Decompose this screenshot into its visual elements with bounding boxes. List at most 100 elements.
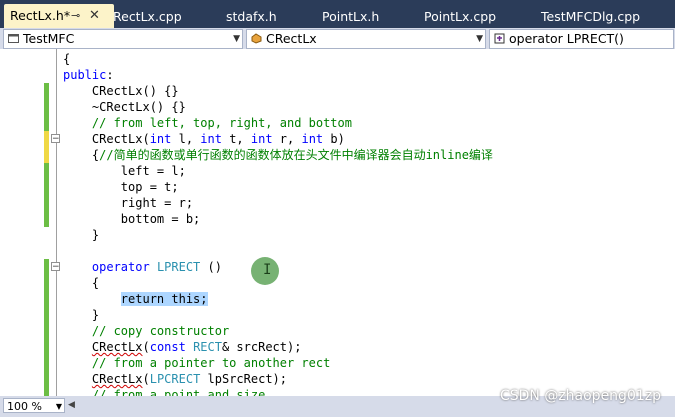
change-marker-saved: [44, 163, 49, 227]
code-line[interactable]: CRectLx(LPCRECT lpSrcRect);: [63, 371, 287, 387]
code-token: top = t;: [63, 180, 179, 194]
code-token: CRectLx() {}: [63, 84, 179, 98]
code-line[interactable]: // from left, top, right, and bottom: [63, 115, 352, 131]
code-line[interactable]: }: [63, 227, 99, 243]
code-token: CRectLx: [91, 372, 143, 386]
collapse-icon[interactable]: −: [51, 134, 60, 144]
code-line[interactable]: left = l;: [63, 163, 186, 179]
code-token: {: [63, 52, 71, 66]
code-token: & srcRect);: [221, 340, 302, 354]
change-marker-saved: [44, 259, 49, 396]
code-token: left = l;: [63, 164, 186, 178]
code-line[interactable]: }: [63, 307, 99, 323]
code-line[interactable]: // from a point and size: [63, 387, 265, 396]
code-token: (: [142, 340, 150, 354]
code-token: int: [250, 132, 273, 146]
chevron-down-icon: ▼: [476, 34, 483, 44]
code-line[interactable]: bottom = b;: [63, 211, 200, 227]
code-token: LPCRECT: [149, 372, 201, 386]
code-token: r,: [272, 132, 302, 146]
code-token: const: [149, 340, 186, 354]
navigation-bar: TestMFC ▼ CRectLx ▼ operator LPRECT(): [0, 28, 675, 50]
code-token: public: [63, 68, 107, 82]
project-dropdown[interactable]: TestMFC ▼: [3, 29, 243, 49]
code-token: :: [106, 68, 114, 82]
code-token: // from a point and size: [63, 388, 266, 396]
tab-label: RectLx.cpp: [113, 9, 182, 24]
code-token: (): [200, 260, 222, 274]
change-marker-unsaved: [44, 131, 49, 163]
ibeam-cursor-icon: I: [263, 262, 272, 278]
line-margin: [0, 49, 44, 396]
member-dropdown[interactable]: operator LPRECT(): [489, 29, 674, 49]
code-line[interactable]: ~CRectLx() {}: [63, 99, 186, 115]
code-token: }: [63, 228, 100, 242]
code-line[interactable]: {: [63, 275, 99, 291]
code-token: t,: [221, 132, 251, 146]
code-token: int: [200, 132, 222, 146]
project-dropdown-value: TestMFC: [23, 31, 75, 46]
tab-pointlx-h[interactable]: PointLx.h: [322, 6, 379, 28]
code-line[interactable]: public:: [63, 67, 114, 83]
code-token: l,: [171, 132, 201, 146]
code-line[interactable]: CRectLx(int l, int t, int r, int b): [63, 131, 345, 147]
method-icon: [494, 33, 505, 44]
tab-label: stdafx.h: [226, 9, 277, 24]
zoom-dropdown[interactable]: 100 % ▼: [3, 398, 65, 413]
code-line[interactable]: top = t;: [63, 179, 179, 195]
code-token: right = r;: [63, 196, 194, 210]
pin-icon[interactable]: ⊸: [71, 4, 80, 28]
code-line[interactable]: CRectLx(const RECT& srcRect);: [63, 339, 302, 355]
code-editor[interactable]: − − {public: CRectLx() {} ~CRectLx() {} …: [0, 49, 675, 396]
code-token: operator: [91, 260, 150, 274]
outline-guide: [56, 49, 57, 396]
tab-label: PointLx.cpp: [424, 9, 497, 24]
code-token: lpSrcRect);: [200, 372, 287, 386]
code-line[interactable]: // copy constructor: [63, 323, 229, 339]
code-token: int: [301, 132, 324, 146]
change-marker-saved: [44, 83, 49, 131]
project-icon: [8, 34, 19, 43]
zoom-value: 100 %: [7, 400, 42, 413]
code-token: ~CRectLx() {}: [63, 100, 186, 114]
code-line[interactable]: {: [63, 51, 70, 67]
tab-rectlx-cpp[interactable]: RectLx.cpp: [113, 6, 182, 28]
code-token: // from left, top, right, and bottom: [63, 116, 352, 130]
member-dropdown-value: operator LPRECT(): [509, 31, 624, 46]
code-token: return this;: [120, 292, 208, 306]
tab-rectlx-h[interactable]: RectLx.h* ⊸ ✕: [4, 4, 114, 28]
tab-testmfcdlg-cpp[interactable]: TestMFCDlg.cpp: [541, 6, 640, 28]
code-line[interactable]: // from a pointer to another rect: [63, 355, 330, 371]
class-dropdown-value: CRectLx: [266, 31, 317, 46]
class-dropdown[interactable]: CRectLx ▼: [246, 29, 486, 49]
code-line[interactable]: right = r;: [63, 195, 193, 211]
scroll-left-icon[interactable]: ◀: [68, 400, 78, 412]
code-token: bottom = b;: [63, 212, 201, 226]
code-token: b): [323, 132, 345, 146]
tab-label: PointLx.h: [322, 9, 380, 24]
tab-stdafx-h[interactable]: stdafx.h: [226, 6, 277, 28]
code-token: }: [63, 308, 100, 322]
code-line[interactable]: return this;: [63, 291, 208, 307]
code-token: {: [63, 276, 100, 290]
tab-pointlx-cpp[interactable]: PointLx.cpp: [424, 6, 496, 28]
code-line[interactable]: {//简单的函数或单行函数的函数体放在头文件中编译器会自动inline编译: [63, 147, 493, 163]
code-token: // from a pointer to another rect: [63, 356, 331, 370]
code-line[interactable]: operator LPRECT (): [63, 259, 222, 275]
code-token: (: [142, 372, 150, 386]
chevron-down-icon: ▼: [233, 34, 240, 44]
document-tab-bar: RectLx.h* ⊸ ✕ RectLx.cpp stdafx.h PointL…: [0, 0, 675, 28]
code-token: {: [63, 148, 100, 162]
chevron-down-icon: ▼: [55, 402, 62, 411]
code-token: CRectLx(: [63, 132, 150, 146]
tab-label: TestMFCDlg.cpp: [541, 9, 641, 24]
collapse-icon[interactable]: −: [51, 262, 60, 272]
code-line[interactable]: CRectLx() {}: [63, 83, 179, 99]
tab-label: RectLx.h*: [10, 8, 71, 23]
code-token: //简单的函数或单行函数的函数体放在头文件中编译器会自动inline编译: [99, 148, 493, 162]
close-icon[interactable]: ✕: [89, 4, 100, 28]
watermark-text: CSDN @zhaopeng01zp: [499, 388, 661, 404]
